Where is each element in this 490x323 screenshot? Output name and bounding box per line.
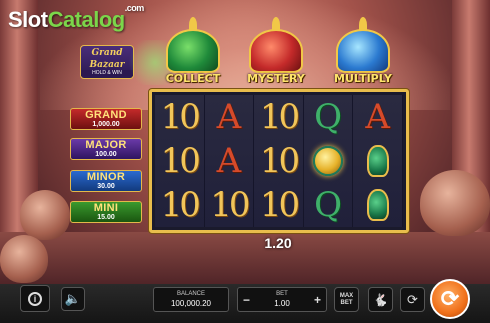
symbol-a: A: [216, 97, 242, 137]
reel-frame: 10 A 10 Q A 10 A 10 10 10 10 Q: [149, 89, 409, 233]
symbol-10: 10: [259, 185, 300, 225]
rabbit-icon: 🐇: [373, 292, 388, 307]
symbol-10: 10: [160, 97, 201, 137]
vase-symbol: [366, 189, 389, 221]
background-floor: [0, 232, 490, 288]
bet-increase-button[interactable]: +: [314, 293, 321, 307]
jackpot-major: MAJOR 100.00: [70, 138, 142, 160]
reel-cell: 10: [155, 183, 205, 227]
collect-dome: COLLECT: [160, 17, 226, 85]
symbol-a: A: [216, 141, 242, 181]
bet-decrease-button[interactable]: −: [243, 293, 250, 307]
symbol-10: 10: [160, 185, 201, 225]
balance-display: BALANCE 100,000.20: [153, 287, 229, 312]
jackpot-grand: GRAND 1,000.00: [70, 108, 142, 130]
multiply-dome: MULTIPLY: [330, 17, 396, 85]
reel-cell: [353, 183, 403, 227]
reel-cell: [353, 139, 403, 183]
reel-cell: 10: [254, 183, 304, 227]
reel-cell: 10: [254, 95, 304, 139]
jackpot-minor: MINOR 30.00: [70, 170, 142, 192]
max-bet-button[interactable]: MAX BET: [334, 287, 359, 312]
autoplay-icon: ⟳: [407, 291, 418, 307]
background-pot: [420, 170, 490, 236]
symbol-a: A: [365, 97, 390, 137]
gold-coin-symbol: [313, 146, 344, 176]
symbol-10: 10: [160, 141, 201, 181]
symbol-10: 10: [259, 97, 300, 137]
autoplay-button[interactable]: ⟳: [400, 287, 425, 312]
background-pot: [20, 190, 70, 240]
reel-cell: A: [205, 139, 255, 183]
reel-cell: A: [353, 95, 403, 139]
info-button[interactable]: i: [20, 285, 50, 312]
info-icon: i: [28, 291, 42, 306]
reel-cell: 10: [254, 139, 304, 183]
spin-button[interactable]: ⟳: [430, 279, 470, 319]
reel-cell: [304, 139, 354, 183]
vase-symbol: [366, 145, 389, 177]
mystery-dome: MYSTERY: [243, 17, 309, 85]
bet-selector: − BET 1.00 +: [237, 287, 327, 312]
background-pot: [0, 235, 48, 283]
win-amount: 1.20: [264, 235, 292, 251]
speaker-icon: 🔈: [64, 291, 82, 306]
reel-cell: Q: [304, 95, 354, 139]
site-logo: SlotCatalog.com: [8, 3, 144, 32]
symbol-q: Q: [314, 97, 343, 137]
turbo-button[interactable]: 🐇: [368, 287, 393, 312]
reel-cell: A: [205, 95, 255, 139]
reel-cell: Q: [304, 183, 354, 227]
reel-cell: 10: [155, 95, 205, 139]
reel-cell: 10: [155, 139, 205, 183]
jackpot-mini: MINI 15.00: [70, 201, 142, 223]
sound-button[interactable]: 🔈: [61, 287, 85, 311]
reel-cell: 10: [205, 183, 255, 227]
spin-icon: ⟳: [440, 286, 460, 311]
symbol-10: 10: [259, 141, 300, 181]
symbol-10: 10: [210, 185, 250, 225]
symbol-q: Q: [314, 185, 343, 225]
reel-grid: 10 A 10 Q A 10 A 10 10 10 10 Q: [155, 95, 403, 227]
